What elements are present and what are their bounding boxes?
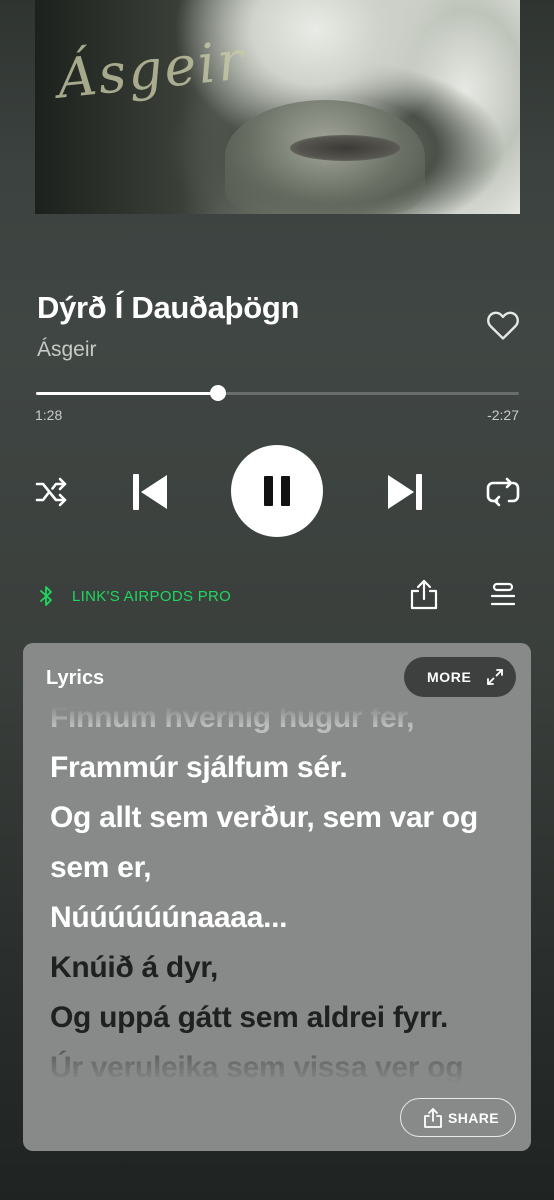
lyrics-top-fade <box>23 698 531 726</box>
lyric-line: Knúið á dyr, <box>50 951 219 984</box>
track-title: Dýrð Í Dauðaþögn <box>37 290 300 325</box>
progress-fill <box>36 392 219 395</box>
progress-knob[interactable] <box>210 385 227 401</box>
connected-device[interactable]: LINK'S AIRPODS PRO <box>38 585 231 607</box>
lyrics-share-label: SHARE <box>448 1109 500 1126</box>
bluetooth-icon <box>40 586 52 606</box>
album-art-logo: Ásgeir <box>54 28 249 111</box>
pause-icon-bar-right <box>281 476 290 506</box>
track-artist[interactable]: Ásgeir <box>37 338 97 362</box>
repeat-icon[interactable] <box>485 476 521 508</box>
lyric-line: Og uppá gátt sem aldrei fyrr. <box>50 1001 449 1034</box>
lyrics-bottom-fade <box>23 1041 531 1091</box>
lyrics-lines: Finnum hvernig hugur fer,Frammúr sjálfum… <box>50 693 520 1093</box>
lyric-line: Og allt sem verður, sem var og <box>50 801 478 834</box>
expand-icon <box>487 669 503 685</box>
share-icon <box>424 1107 442 1128</box>
next-track-icon[interactable] <box>385 471 425 513</box>
queue-icon[interactable] <box>489 582 517 608</box>
lyrics-more-label: MORE <box>427 669 472 685</box>
elapsed-time: 1:28 <box>35 407 63 423</box>
lyric-line: Núúúúúúnaaaa... <box>50 901 288 934</box>
lyrics-share-button[interactable]: SHARE <box>400 1098 516 1137</box>
share-icon[interactable] <box>409 578 439 610</box>
remaining-time: -2:27 <box>487 407 519 423</box>
lyrics-more-button[interactable]: MORE <box>404 657 516 697</box>
lyrics-title: Lyrics <box>46 667 105 689</box>
previous-track-icon[interactable] <box>130 471 170 513</box>
lyric-line: Frammúr sjálfum sér. <box>50 751 348 784</box>
shuffle-icon[interactable] <box>34 476 70 508</box>
device-name: LINK'S AIRPODS PRO <box>72 587 232 605</box>
pause-button[interactable] <box>231 445 323 537</box>
lyrics-card[interactable]: Lyrics MORE Finnum hvernig hugur fer,Fra… <box>23 643 531 1151</box>
heart-icon[interactable] <box>484 306 522 344</box>
progress-bar[interactable] <box>36 385 519 401</box>
lyric-line: sem er, <box>50 851 152 884</box>
pause-icon-bar-left <box>264 476 273 506</box>
album-art-lips <box>290 135 400 161</box>
album-art: Ásgeir <box>35 0 520 214</box>
